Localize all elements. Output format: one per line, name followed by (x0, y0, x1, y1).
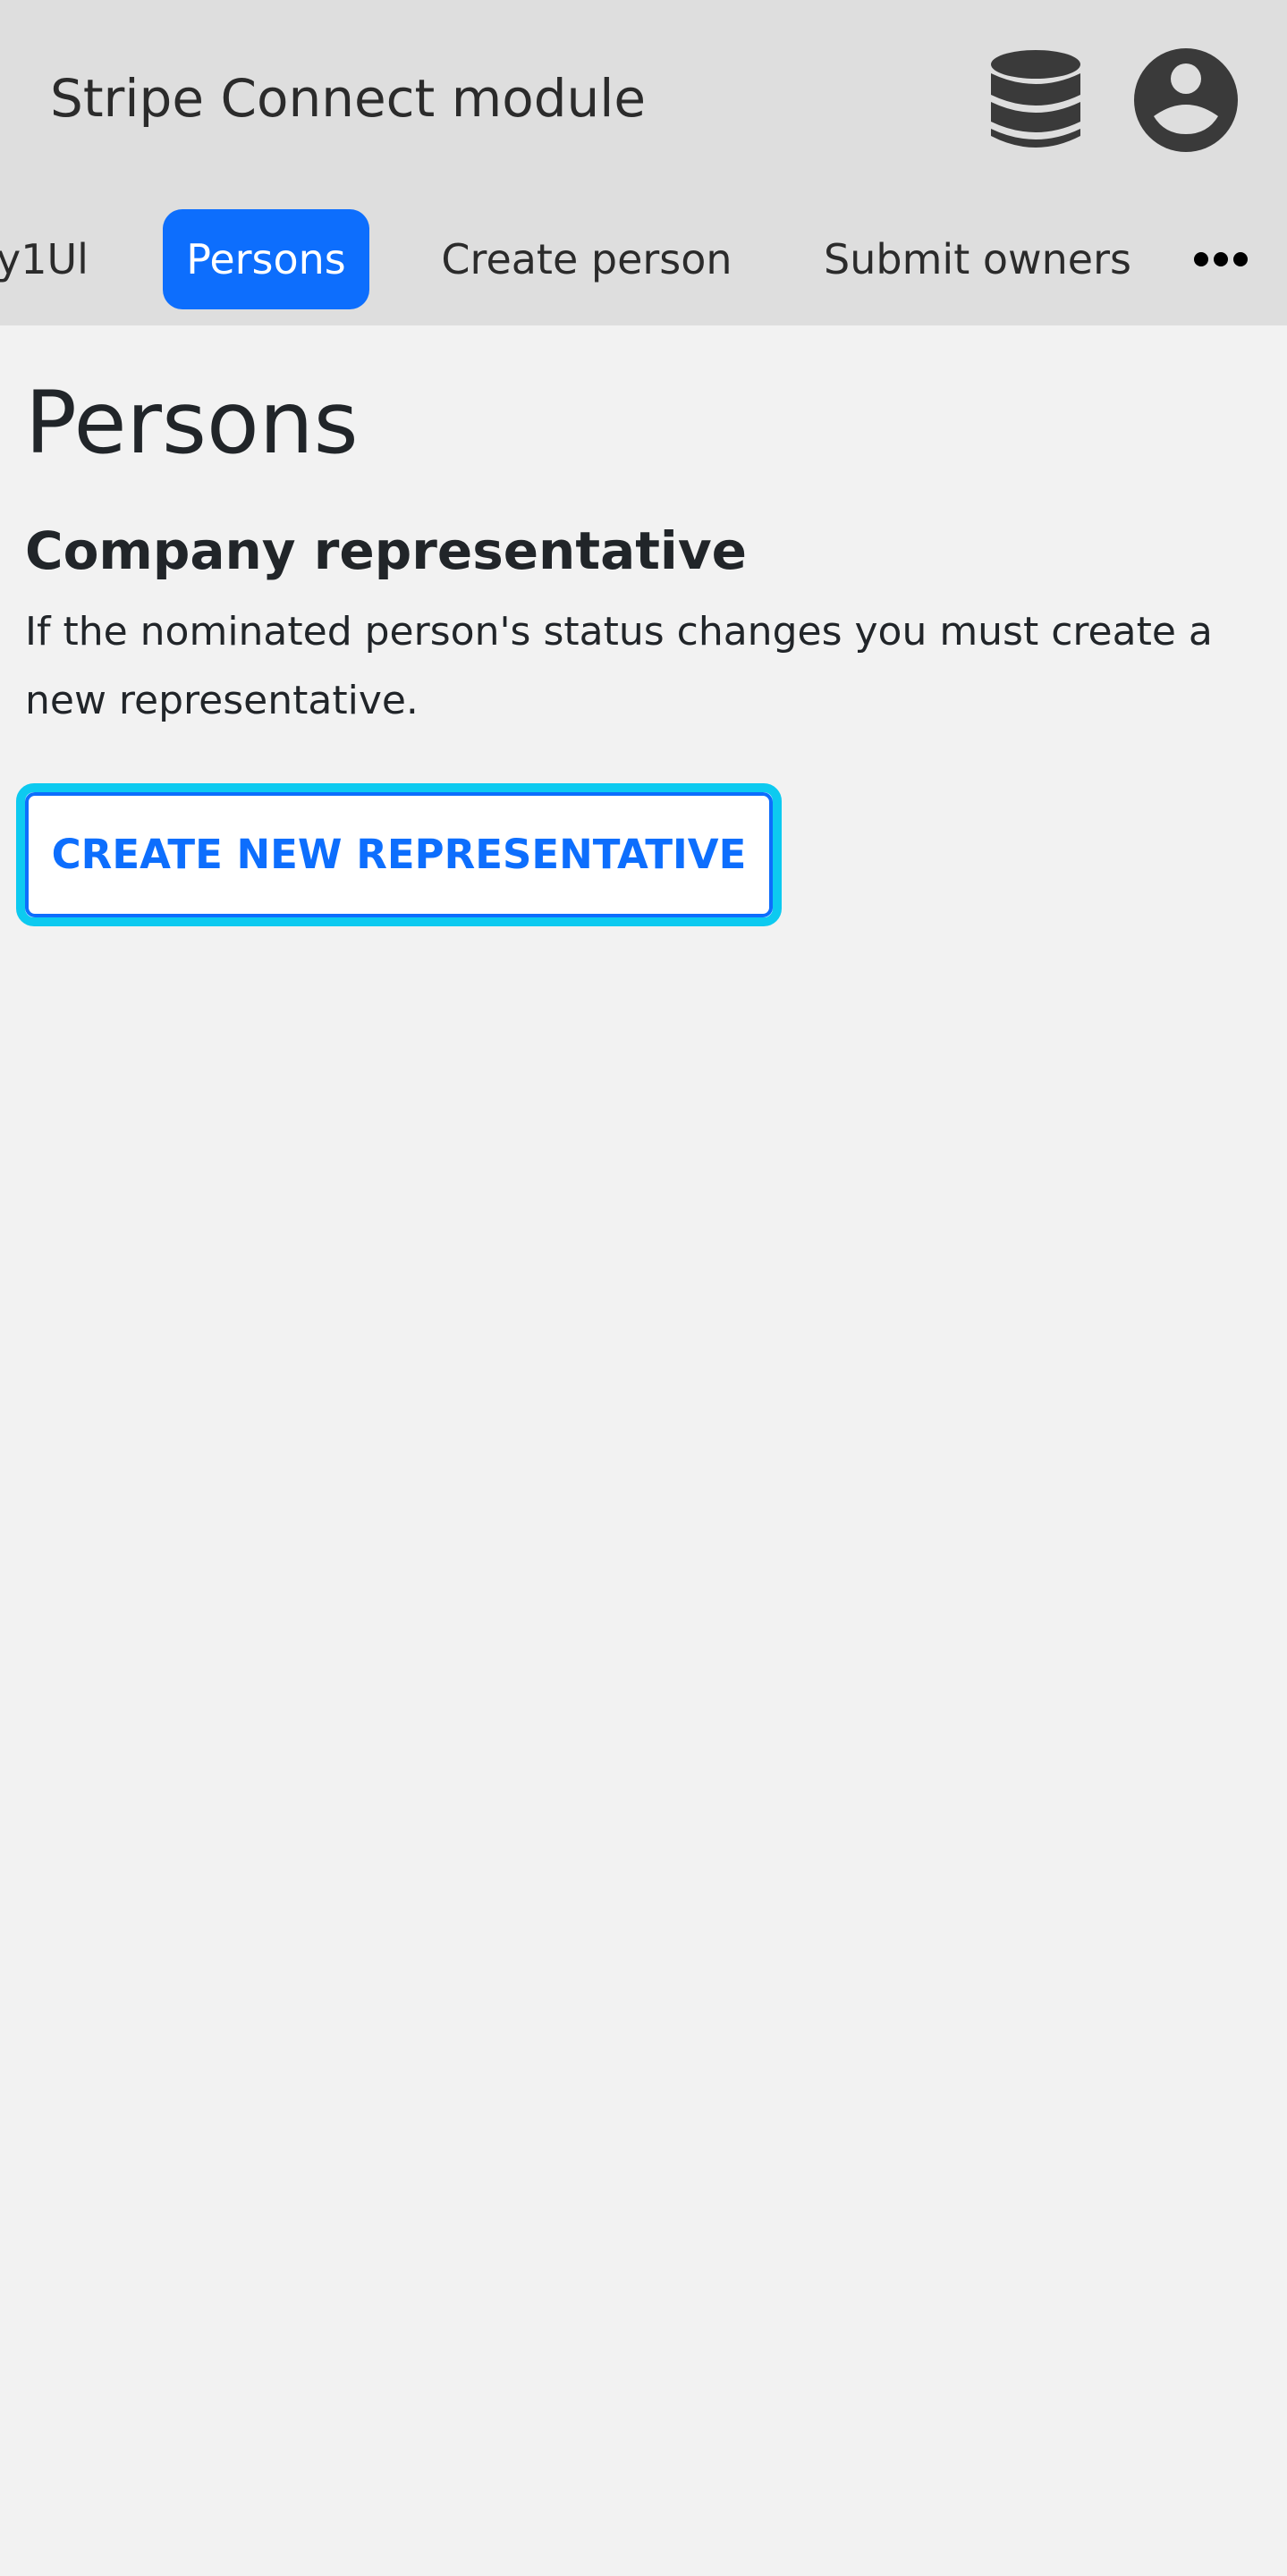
more-horizontal-icon[interactable] (1193, 209, 1249, 309)
app-title: Stripe Connect module (50, 68, 647, 129)
section-title: Company representative (25, 520, 747, 581)
tab-create-person[interactable]: Create person (435, 209, 739, 309)
tab-persons[interactable]: Persons (163, 209, 369, 309)
section-description: If the nominated person's status changes… (25, 609, 1213, 723)
app-header: Stripe Connect module y1Ul Persons Creat… (0, 0, 1287, 325)
tab-y1ul[interactable]: y1Ul (0, 209, 95, 309)
account-circle-icon[interactable] (1134, 48, 1238, 152)
page-title: Persons (25, 373, 359, 473)
create-new-representative-button[interactable]: CREATE NEW REPRESENTATIVE (16, 783, 782, 926)
tab-submit-owners[interactable]: Submit owners (812, 209, 1143, 309)
tab-bar: y1Ul Persons Create person Submit owners (0, 209, 1287, 309)
database-icon[interactable] (989, 48, 1082, 152)
create-new-representative-label: CREATE NEW REPRESENTATIVE (51, 831, 747, 878)
